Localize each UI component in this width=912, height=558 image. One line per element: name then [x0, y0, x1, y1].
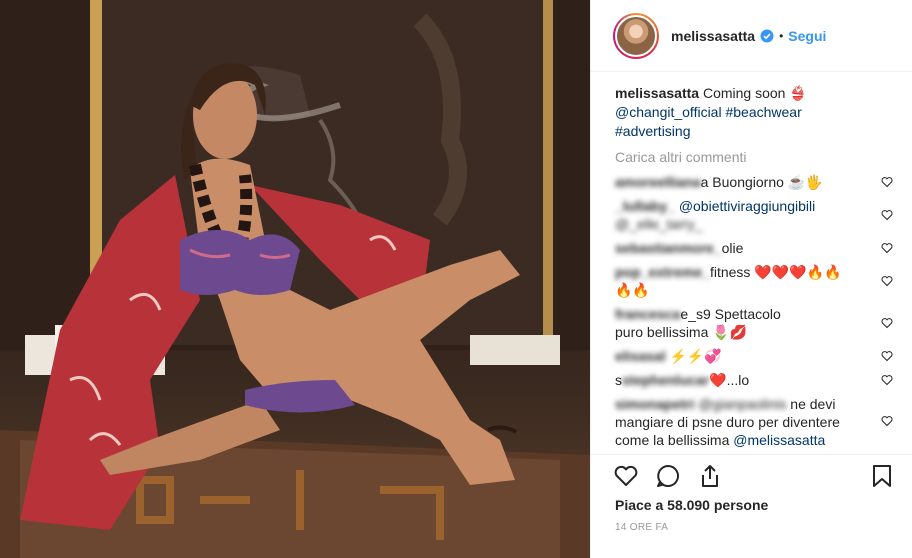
bookmark-icon[interactable]: [869, 463, 895, 489]
avatar-image: [615, 14, 657, 57]
photo-illustration: [0, 0, 590, 558]
post-timestamp: 14 ORE FA: [615, 522, 669, 533]
comment-text: 🔥🔥: [615, 282, 650, 298]
follow-button[interactable]: Segui: [788, 28, 826, 44]
comment-username[interactable]: sebastianmore_: [615, 240, 722, 256]
comment-bubble-icon[interactable]: [655, 463, 681, 489]
comment-text: ❤️...lo: [709, 372, 750, 388]
like-comment-heart-icon[interactable]: [881, 350, 893, 362]
caption-hashtag-advertising[interactable]: #advertising: [615, 123, 691, 139]
caption-text: Coming soon 👙: [702, 85, 807, 101]
comment-text: olie: [721, 240, 744, 256]
verified-badge-icon: [760, 29, 774, 43]
comment-text: s: [615, 372, 622, 388]
likes-count[interactable]: Piace a 58.090 persone: [615, 497, 768, 513]
separator-dot: •: [779, 28, 784, 43]
like-comment-heart-icon[interactable]: [881, 317, 893, 329]
post-header: melissasatta • Segui: [591, 0, 912, 72]
avatar[interactable]: [613, 12, 659, 59]
comment-text: fitness ❤️❤️❤️🔥🔥: [709, 264, 842, 280]
comment: sebastianmore_olie: [615, 239, 893, 257]
comment-mention[interactable]: @melissasatta: [733, 432, 825, 448]
like-comment-heart-icon[interactable]: [881, 374, 893, 386]
comment-username[interactable]: simonapetri: [615, 396, 694, 412]
caption-mention[interactable]: @changit_official: [615, 104, 722, 120]
comment-text: come la bellissima: [615, 432, 730, 448]
comment-mention[interactable]: @_elle_tarry_: [615, 216, 702, 232]
caption: melissasatta Coming soon 👙 @changit_offi…: [615, 84, 875, 141]
comment: pop_extreme_fitness ❤️❤️❤️🔥🔥 🔥🔥: [615, 263, 893, 299]
like-comment-heart-icon[interactable]: [881, 275, 893, 287]
comment-text: puro bellissima 🌷💋: [615, 324, 748, 340]
comment: francescae_s9 Spettacolo puro bellissima…: [615, 305, 893, 341]
caption-username[interactable]: melissasatta: [615, 85, 699, 101]
comment: amoreellianaa Buongiorno ☕️🖐: [615, 173, 893, 191]
comment-text: e_s9 Spettacolo: [680, 306, 781, 322]
like-comment-heart-icon[interactable]: [881, 415, 893, 427]
comment-username[interactable]: francesca: [615, 306, 680, 322]
comment-username[interactable]: elisasal: [615, 348, 666, 364]
like-heart-icon[interactable]: [613, 463, 639, 489]
like-comment-heart-icon[interactable]: [881, 209, 893, 221]
post-side-panel: melissasatta • Segui melissasatta Coming…: [590, 0, 912, 558]
comment-mention[interactable]: @gianpaolinis: [698, 396, 786, 412]
like-comment-heart-icon[interactable]: [881, 176, 893, 188]
comment: simonapetri @gianpaolinis ne devi mangia…: [615, 395, 893, 449]
comment-text: a Buongiorno ☕️🖐: [700, 174, 823, 190]
comment-username[interactable]: amoreelliana: [615, 174, 701, 190]
post-photo[interactable]: [0, 0, 590, 558]
post-actions: Piace a 58.090 persone 14 ORE FA: [591, 454, 912, 558]
share-icon[interactable]: [697, 463, 723, 489]
comment: sstephenlucar❤️...lo: [615, 371, 893, 389]
comment-text: ne devi: [790, 396, 836, 412]
comment-username[interactable]: _lullaby_: [615, 198, 675, 214]
comment-username[interactable]: stephenlucar: [622, 372, 709, 388]
load-more-comments[interactable]: Carica altri commenti: [615, 149, 895, 165]
comment-text: ⚡⚡💞: [669, 348, 722, 364]
like-comment-heart-icon[interactable]: [881, 242, 893, 254]
post-username[interactable]: melissasatta: [671, 28, 755, 44]
comment: _lullaby_ @obiettiviraggiungibili @_elle…: [615, 197, 893, 233]
comment-username[interactable]: pop_extreme_: [615, 264, 710, 280]
comment: elisasal ⚡⚡💞: [615, 347, 893, 365]
comments-list: melissasatta Coming soon 👙 @changit_offi…: [591, 84, 912, 454]
comment-text: mangiare di psne duro per diventere: [615, 414, 840, 430]
caption-hashtag-beachwear[interactable]: #beachwear: [725, 104, 801, 120]
comment-mention[interactable]: @obiettiviraggiungibili: [679, 198, 815, 214]
